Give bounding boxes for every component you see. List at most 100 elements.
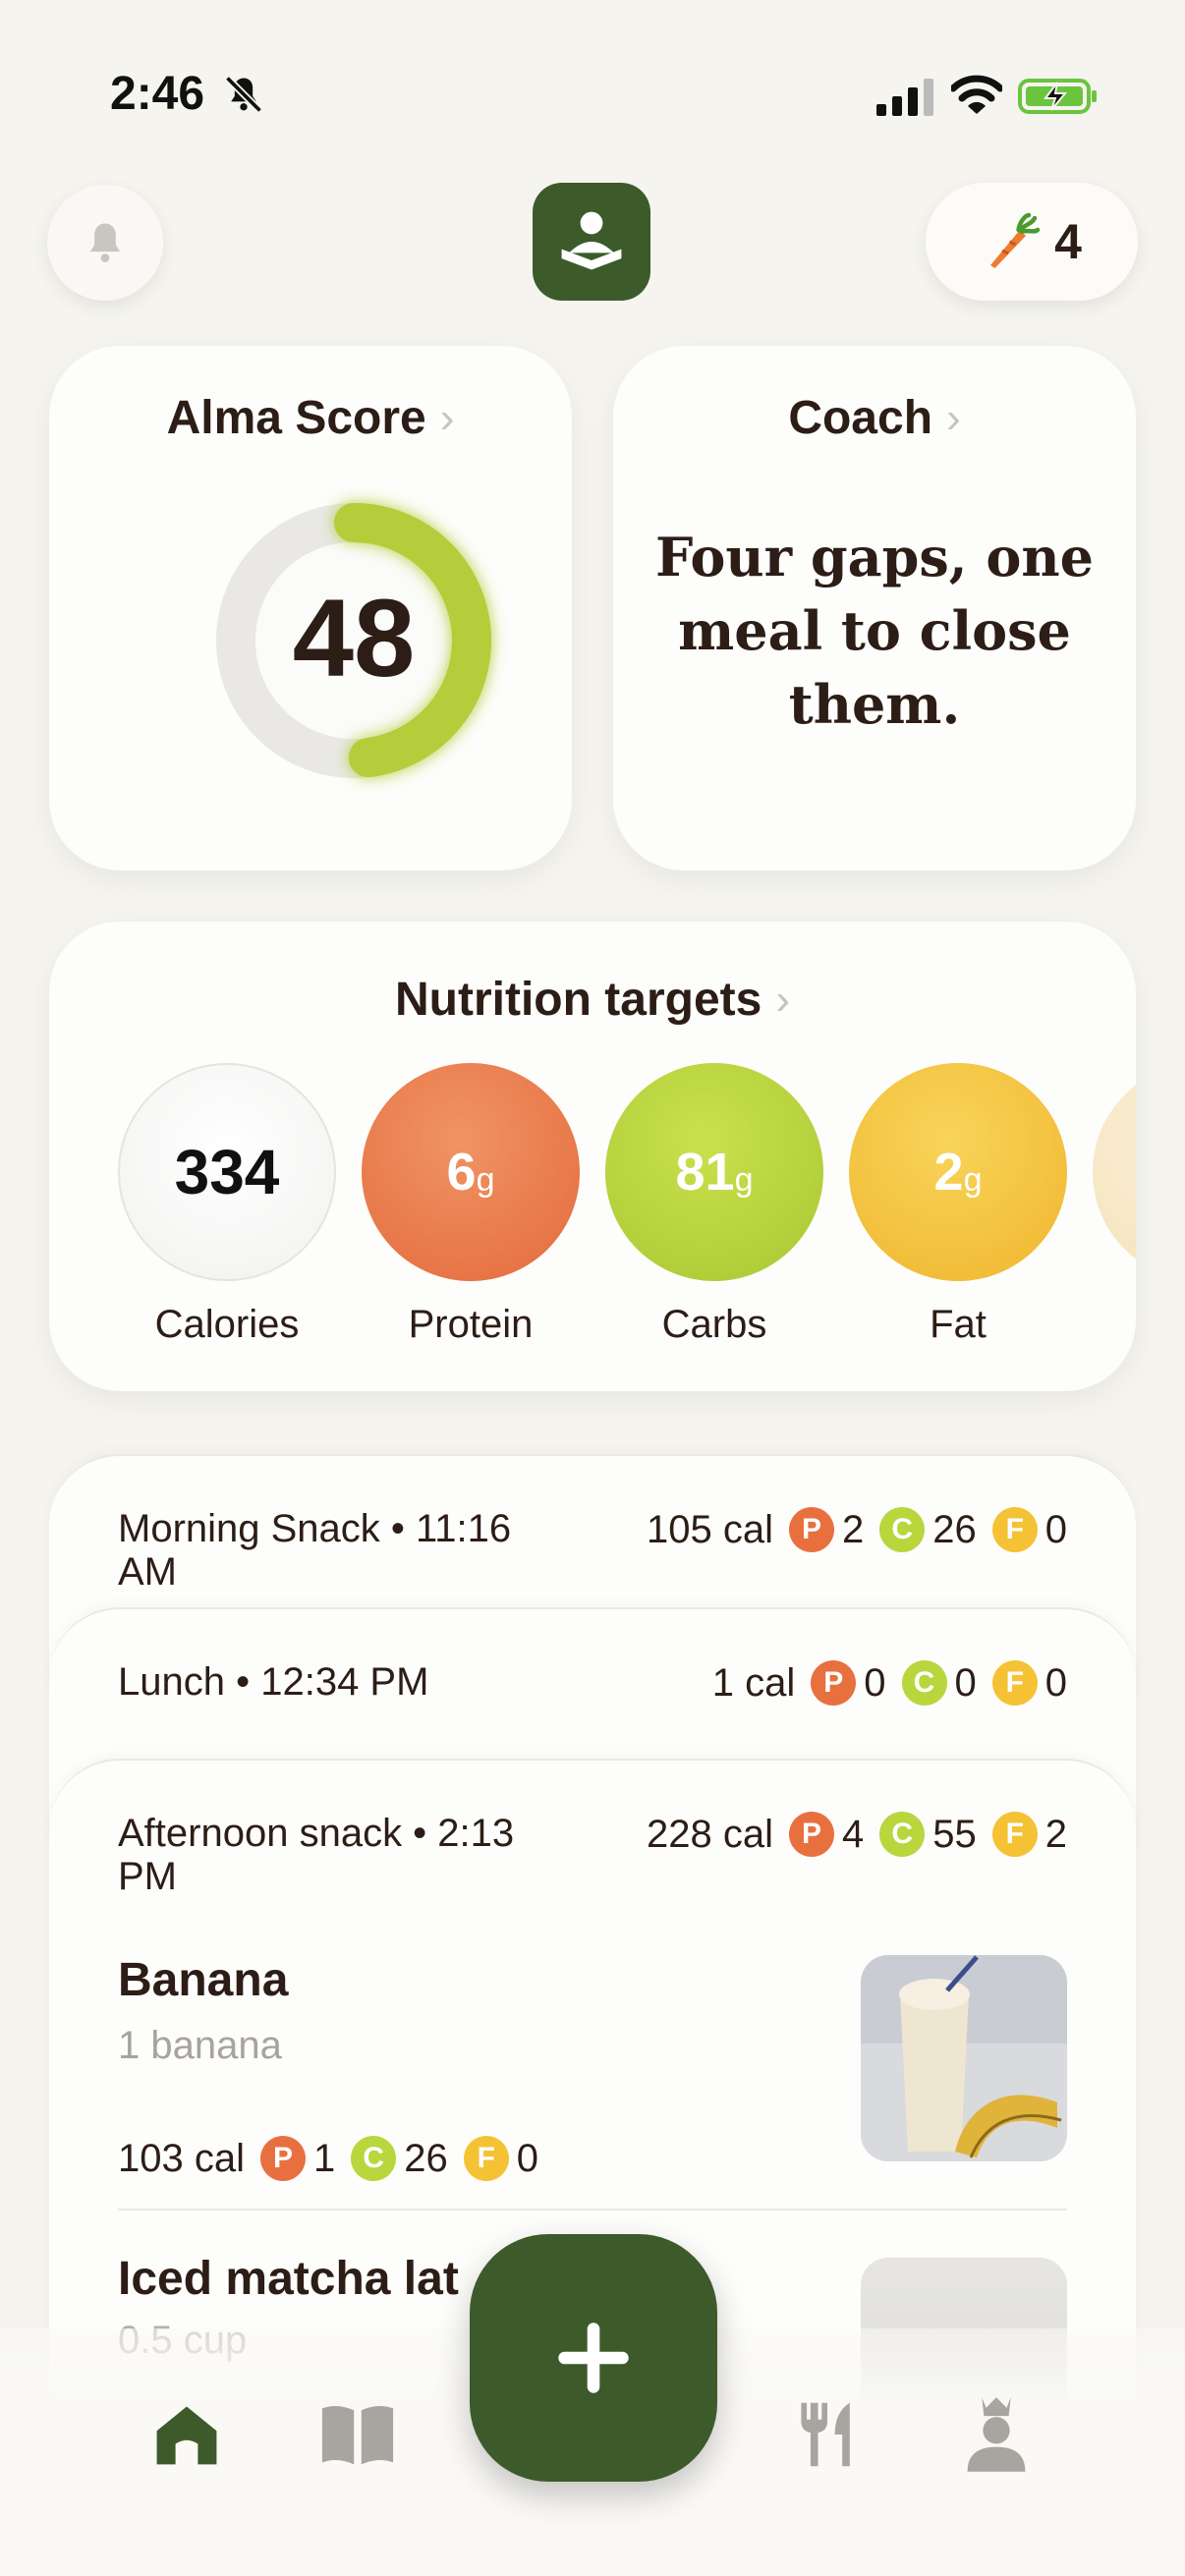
chevron-right-icon: › (439, 393, 455, 442)
coach-card[interactable]: Coach › Four gaps, one meal to close the… (613, 346, 1136, 870)
reader-person-icon (561, 211, 622, 270)
meal-calories: 1 cal (711, 1660, 796, 1705)
protein-amount: 1 (312, 2136, 336, 2180)
protein-label: Protein (408, 1303, 534, 1346)
tab-learn[interactable] (316, 2393, 399, 2476)
notifications-button[interactable] (47, 185, 163, 301)
carrot-icon (990, 212, 1041, 268)
carbs-target[interactable]: 81 g Carbs (605, 1063, 823, 1347)
protein-amount: 0 (864, 1660, 886, 1705)
food-title[interactable]: Iced matcha lat (118, 2252, 459, 2306)
fat-bubble: 2g (849, 1063, 1067, 1281)
protein-unit: g (476, 1160, 495, 1199)
chevron-right-icon: › (946, 393, 961, 442)
coach-title: Coach › (613, 391, 1136, 445)
fat-label: Fat (930, 1303, 987, 1346)
plus-icon (558, 2323, 629, 2393)
fork-knife-icon (801, 2402, 850, 2467)
protein-amount: 2 (842, 1507, 865, 1551)
calories-value: 334 (174, 1137, 280, 1207)
score-ring: 48 (216, 503, 491, 778)
meal-name: Morning Snack • 11:16 AM (118, 1507, 512, 1594)
alma-score-title: Alma Score › (49, 391, 572, 445)
carbs-icon: C (351, 2136, 397, 2181)
score-value: 48 (293, 577, 416, 700)
carbs-amount: 55 (932, 1812, 977, 1856)
meal-macros: 1 cal P0 C0 F0 (712, 1660, 1067, 1706)
carbs-label: Carbs (661, 1303, 767, 1346)
meal-calories: 105 cal (647, 1507, 773, 1551)
meal-macros: 228 cal P4 C 55 F2 (647, 1812, 1067, 1857)
app-logo (533, 183, 650, 301)
carbs-bubble: 81 g (605, 1063, 823, 1281)
fat-amount: 0 (1044, 1507, 1067, 1551)
food-serving: 1 banana (118, 2024, 282, 2067)
alma-score-card[interactable]: Alma Score › 48 (49, 346, 572, 870)
protein-icon: P (259, 2136, 306, 2181)
banana-smoothie-photo[interactable] (861, 1955, 1067, 2161)
calories-target[interactable]: 334 Calories (118, 1063, 336, 1347)
carbs-value: 81 (675, 1143, 735, 1202)
status-time: 2:46 (110, 68, 205, 120)
coach-message: Four gaps, one meal to close them. (654, 526, 1095, 736)
protein-bubble: 6g (362, 1063, 580, 1281)
tab-profile[interactable] (955, 2393, 1038, 2476)
fat-value: 2 (933, 1143, 964, 1202)
protein-icon: P (789, 1507, 834, 1552)
status-bar: 2:46 (0, 0, 1185, 187)
silent-mode-icon (224, 75, 263, 114)
protein-value: 6 (446, 1143, 477, 1202)
fat-target[interactable]: 2g Fat (849, 1063, 1067, 1347)
nutrition-targets-card[interactable]: Nutrition targets › 334 Calories 6g Prot… (49, 922, 1136, 1391)
carbs-unit: g (734, 1160, 754, 1199)
meal-calories: 228 cal (647, 1812, 773, 1856)
cellular-signal-icon (876, 79, 933, 116)
carrot-streak-counter[interactable]: 4 (926, 183, 1138, 301)
bell-icon (89, 223, 121, 262)
carbs-amount: 26 (932, 1507, 977, 1551)
protein-icon: P (789, 1812, 834, 1857)
nutrition-targets-label: Nutrition targets (395, 974, 762, 1026)
fat-unit: g (963, 1160, 983, 1199)
meal-name: Afternoon snack • 2:13 PM (118, 1812, 515, 1898)
tab-home[interactable] (145, 2393, 228, 2476)
fat-amount: 2 (1044, 1812, 1067, 1856)
home-icon (156, 2406, 217, 2465)
fat-amount: 0 (1044, 1660, 1067, 1705)
add-food-button[interactable] (470, 2234, 717, 2482)
crowned-profile-icon (967, 2397, 1026, 2472)
carbs-amount: 26 (404, 2136, 448, 2180)
protein-icon: P (811, 1660, 857, 1706)
chevron-right-icon: › (775, 975, 790, 1024)
book-icon (321, 2405, 394, 2465)
food-divider (118, 2209, 1067, 2211)
carbs-icon: C (879, 1812, 926, 1857)
coach-label: Coach (788, 392, 933, 444)
food-calories: 103 cal (118, 2136, 245, 2180)
carbs-icon: C (879, 1507, 926, 1552)
food-title[interactable]: Banana (118, 1953, 288, 2007)
meal-macros: 105 cal P2 C 26 F0 (647, 1507, 1067, 1552)
nutrition-targets-title: Nutrition targets › (49, 973, 1136, 1027)
calories-label: Calories (154, 1303, 300, 1346)
fat-amount: 0 (516, 2136, 538, 2180)
nutrition-bubbles: 334 Calories 6g Protein 81 g Carbs 2g Fat… (118, 1063, 1136, 1347)
fat-icon: F (991, 1507, 1038, 1552)
wifi-icon (951, 75, 1002, 114)
tab-meals[interactable] (786, 2393, 869, 2476)
fat-icon: F (463, 2136, 509, 2181)
food-photo-illustration (861, 1955, 1067, 2161)
protein-target[interactable]: 6g Protein (362, 1063, 580, 1347)
fat-icon: F (991, 1660, 1038, 1706)
alma-score-label: Alma Score (166, 392, 426, 444)
carbs-amount: 0 (954, 1660, 977, 1705)
calories-bubble: 334 (118, 1063, 336, 1281)
protein-amount: 4 (842, 1812, 865, 1856)
fat-icon: F (991, 1812, 1038, 1857)
food-macros: 103 cal P1 C 26 F0 (118, 2136, 538, 2181)
carbs-icon: C (901, 1660, 947, 1706)
meal-name: Lunch • 12:34 PM (118, 1660, 429, 1704)
battery-charging-icon (1018, 79, 1097, 114)
added-sugar-target[interactable]: Ac (1093, 1063, 1136, 1347)
carrot-count: 4 (1054, 214, 1082, 269)
